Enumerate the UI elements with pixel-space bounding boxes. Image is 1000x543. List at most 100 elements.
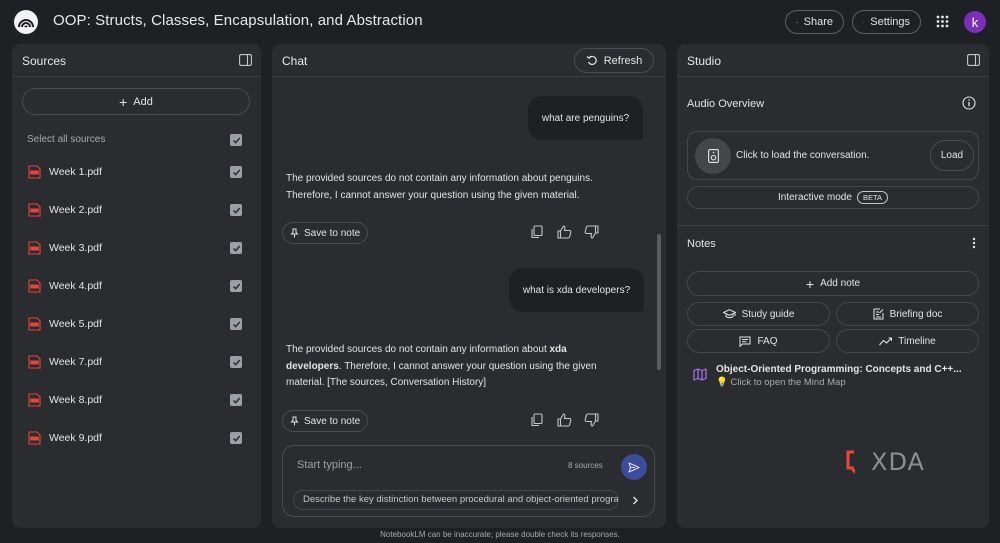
studio-panel: Studio Audio Overview Click to load the … xyxy=(677,44,989,528)
refresh-button[interactable]: Refresh xyxy=(574,48,654,73)
refresh-icon xyxy=(586,55,597,66)
share-label: Share xyxy=(803,16,833,28)
source-checkbox[interactable] xyxy=(230,432,242,444)
suggested-question[interactable]: Describe the key distinction between pro… xyxy=(293,490,619,510)
source-checkbox[interactable] xyxy=(230,204,242,216)
refresh-label: Refresh xyxy=(603,54,643,67)
source-item[interactable]: Week 4.pdf xyxy=(12,274,261,298)
source-name: Week 1.pdf xyxy=(49,166,102,178)
share-button[interactable]: Share xyxy=(785,10,844,34)
source-checkbox[interactable] xyxy=(230,394,242,406)
thumbs-up-icon[interactable] xyxy=(557,225,572,239)
pin-icon xyxy=(290,416,299,426)
source-checkbox[interactable] xyxy=(230,166,242,178)
copy-icon[interactable] xyxy=(530,413,544,427)
pdf-icon xyxy=(28,165,41,179)
pdf-icon xyxy=(28,241,41,255)
source-checkbox[interactable] xyxy=(230,280,242,292)
notebooklm-logo-icon[interactable] xyxy=(14,10,38,34)
thumbs-down-icon[interactable] xyxy=(584,413,599,427)
studio-header: Studio xyxy=(677,44,989,77)
add-source-label: Add xyxy=(133,95,153,108)
add-note-button[interactable]: + Add note xyxy=(687,271,979,296)
interactive-mode-button[interactable]: Interactive mode BETA xyxy=(687,186,979,209)
user-message: what are penguins? xyxy=(528,96,643,140)
share-icon xyxy=(796,21,798,23)
faq-label: FAQ xyxy=(757,335,778,347)
source-name: Week 5.pdf xyxy=(49,318,102,330)
document-edit-icon xyxy=(873,308,884,320)
source-item[interactable]: Week 3.pdf xyxy=(12,236,261,260)
xda-bracket-icon xyxy=(846,450,855,474)
save-to-note-button[interactable]: Save to note xyxy=(282,410,368,432)
notebook-title[interactable]: OOP: Structs, Classes, Encapsulation, an… xyxy=(53,12,423,29)
chat-title: Chat xyxy=(282,54,308,68)
chat-input[interactable] xyxy=(297,455,547,475)
source-item[interactable]: Week 5.pdf xyxy=(12,312,261,336)
faq-button[interactable]: FAQ xyxy=(687,329,830,353)
source-checkbox[interactable] xyxy=(230,242,242,254)
mind-map-subtitle: 💡 Click to open the Mind Map xyxy=(716,377,846,388)
checkmark-icon xyxy=(232,283,240,290)
studio-title: Studio xyxy=(687,54,722,68)
pin-icon xyxy=(290,228,299,238)
study-guide-button[interactable]: Study guide xyxy=(687,302,830,326)
pdf-icon xyxy=(28,431,41,445)
thumbs-up-icon[interactable] xyxy=(557,413,572,427)
settings-button[interactable]: Settings xyxy=(852,10,921,34)
checkmark-icon xyxy=(232,137,240,144)
mind-map-note[interactable]: Object-Oriented Programming: Concepts an… xyxy=(693,364,983,390)
briefing-doc-label: Briefing doc xyxy=(889,308,943,320)
user-message: what is xda developers? xyxy=(509,268,644,312)
select-all-checkbox[interactable] xyxy=(230,134,242,146)
source-item[interactable]: Week 2.pdf xyxy=(12,198,261,222)
chat-composer: 8 sources Describe the key distinction b… xyxy=(282,445,655,517)
source-name: Week 7.pdf xyxy=(49,356,102,368)
add-note-label[interactable]: Add note xyxy=(820,278,860,289)
source-item[interactable]: Week 7.pdf xyxy=(12,350,261,374)
speaker-icon xyxy=(707,149,719,163)
briefing-doc-button[interactable]: Briefing doc xyxy=(836,302,979,326)
avatar[interactable]: k xyxy=(964,11,986,33)
audio-thumbnail xyxy=(695,138,731,174)
xda-watermark: XDA xyxy=(845,448,925,476)
source-count: 8 sources xyxy=(568,461,603,470)
source-item[interactable]: Week 9.pdf xyxy=(12,426,261,450)
assistant-message-text: The provided sources do not contain any … xyxy=(286,173,593,201)
sources-title: Sources xyxy=(22,54,67,68)
thumbs-down-icon[interactable] xyxy=(584,225,599,239)
assistant-message-text: The provided sources do not contain any … xyxy=(286,344,550,355)
source-checkbox[interactable] xyxy=(230,318,242,330)
chat-scrollbar[interactable] xyxy=(657,234,661,370)
collapse-panel-icon[interactable] xyxy=(239,54,252,66)
load-button[interactable]: Load xyxy=(930,140,974,171)
source-checkbox[interactable] xyxy=(230,356,242,368)
collapse-panel-icon[interactable] xyxy=(967,54,980,66)
timeline-button[interactable]: Timeline xyxy=(836,329,979,353)
audio-overview-card: Click to load the conversation. Load xyxy=(687,131,979,180)
source-item[interactable]: Week 8.pdf xyxy=(12,388,261,412)
pdf-icon xyxy=(28,317,41,331)
timeline-trend-icon xyxy=(879,336,893,345)
source-name: Week 8.pdf xyxy=(49,394,102,406)
source-name: Week 3.pdf xyxy=(49,242,102,254)
xda-watermark-text: XDA xyxy=(871,448,925,476)
checkmark-icon xyxy=(232,207,240,214)
save-to-note-label: Save to note xyxy=(304,227,361,239)
copy-icon[interactable] xyxy=(530,225,544,239)
add-source-button[interactable]: + Add xyxy=(22,88,250,115)
apps-grid-icon[interactable] xyxy=(936,15,949,28)
checkmark-icon xyxy=(232,435,240,442)
chevron-right-icon[interactable] xyxy=(625,490,645,510)
beta-badge: BETA xyxy=(856,191,888,204)
source-item[interactable]: Week 1.pdf xyxy=(12,160,261,184)
save-to-note-button[interactable]: Save to note xyxy=(282,222,368,244)
checkmark-icon xyxy=(232,397,240,404)
info-icon[interactable] xyxy=(962,96,976,110)
plus-icon: + xyxy=(805,275,815,292)
top-bar: OOP: Structs, Classes, Encapsulation, an… xyxy=(0,0,1000,44)
checkmark-icon xyxy=(232,321,240,328)
more-options-icon[interactable] xyxy=(972,237,976,249)
send-button[interactable] xyxy=(621,454,647,480)
mind-map-icon xyxy=(693,368,707,381)
